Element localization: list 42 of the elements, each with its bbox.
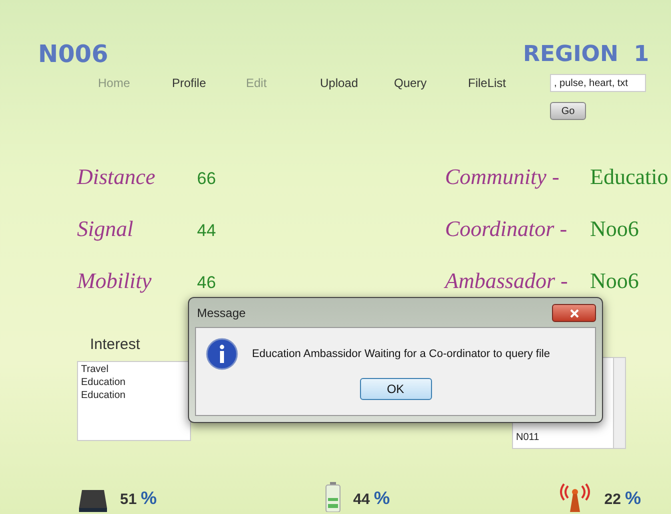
status-reading: 44 <box>353 490 370 510</box>
region-title: REGION 1 <box>523 40 649 68</box>
interest-label: Interest <box>90 335 140 355</box>
list-item: N011 <box>516 431 540 445</box>
stat-label: Mobility <box>77 267 153 295</box>
stat-value: 66 <box>197 168 216 190</box>
dialog-message: Education Ambassidor Waiting for a Co-ordinator to query file <box>252 346 550 362</box>
role-value: Noo6 <box>590 215 639 243</box>
info-icon <box>206 338 238 370</box>
search-field[interactable]: , pulse, heart, txt <box>550 74 646 92</box>
status-reading: 51 <box>120 490 137 510</box>
percent-sign: % <box>374 487 390 510</box>
node-title: N006 <box>38 39 108 70</box>
stat-value: 44 <box>197 220 216 242</box>
interest-list[interactable]: Travel Education Education <box>77 360 191 440</box>
nav-link[interactable]: Profile <box>172 74 246 92</box>
percent-sign: % <box>140 487 157 510</box>
nav-link[interactable]: Query <box>394 74 468 92</box>
go-button[interactable]: Go <box>550 102 586 120</box>
role-value: Noo6 <box>590 267 639 295</box>
list-item: Travel <box>81 362 110 376</box>
scrollbar[interactable] <box>613 358 625 448</box>
dialog-title: Message <box>197 305 246 322</box>
role-label: Ambassador - <box>445 267 569 295</box>
battery-icon <box>325 482 342 512</box>
close-icon <box>570 308 578 318</box>
list-item: Education <box>81 388 126 402</box>
stat-label: Distance <box>77 163 156 191</box>
close-button[interactable] <box>552 304 596 322</box>
antenna-icon <box>558 482 592 512</box>
percent-sign: % <box>624 487 641 510</box>
hard-drive-icon <box>78 488 108 512</box>
role-value: Educatio <box>590 163 668 191</box>
ok-button[interactable]: OK <box>360 378 432 400</box>
stat-label: Signal <box>77 215 134 243</box>
stat-value: 46 <box>197 272 216 294</box>
role-label: Community - <box>445 163 560 191</box>
nav-link[interactable]: Upload <box>320 74 394 92</box>
list-item: Education <box>81 376 126 388</box>
status-reading: 22 <box>604 490 621 510</box>
role-label: Coordinator - <box>445 215 568 243</box>
nav-link[interactable]: FileList <box>468 74 542 92</box>
